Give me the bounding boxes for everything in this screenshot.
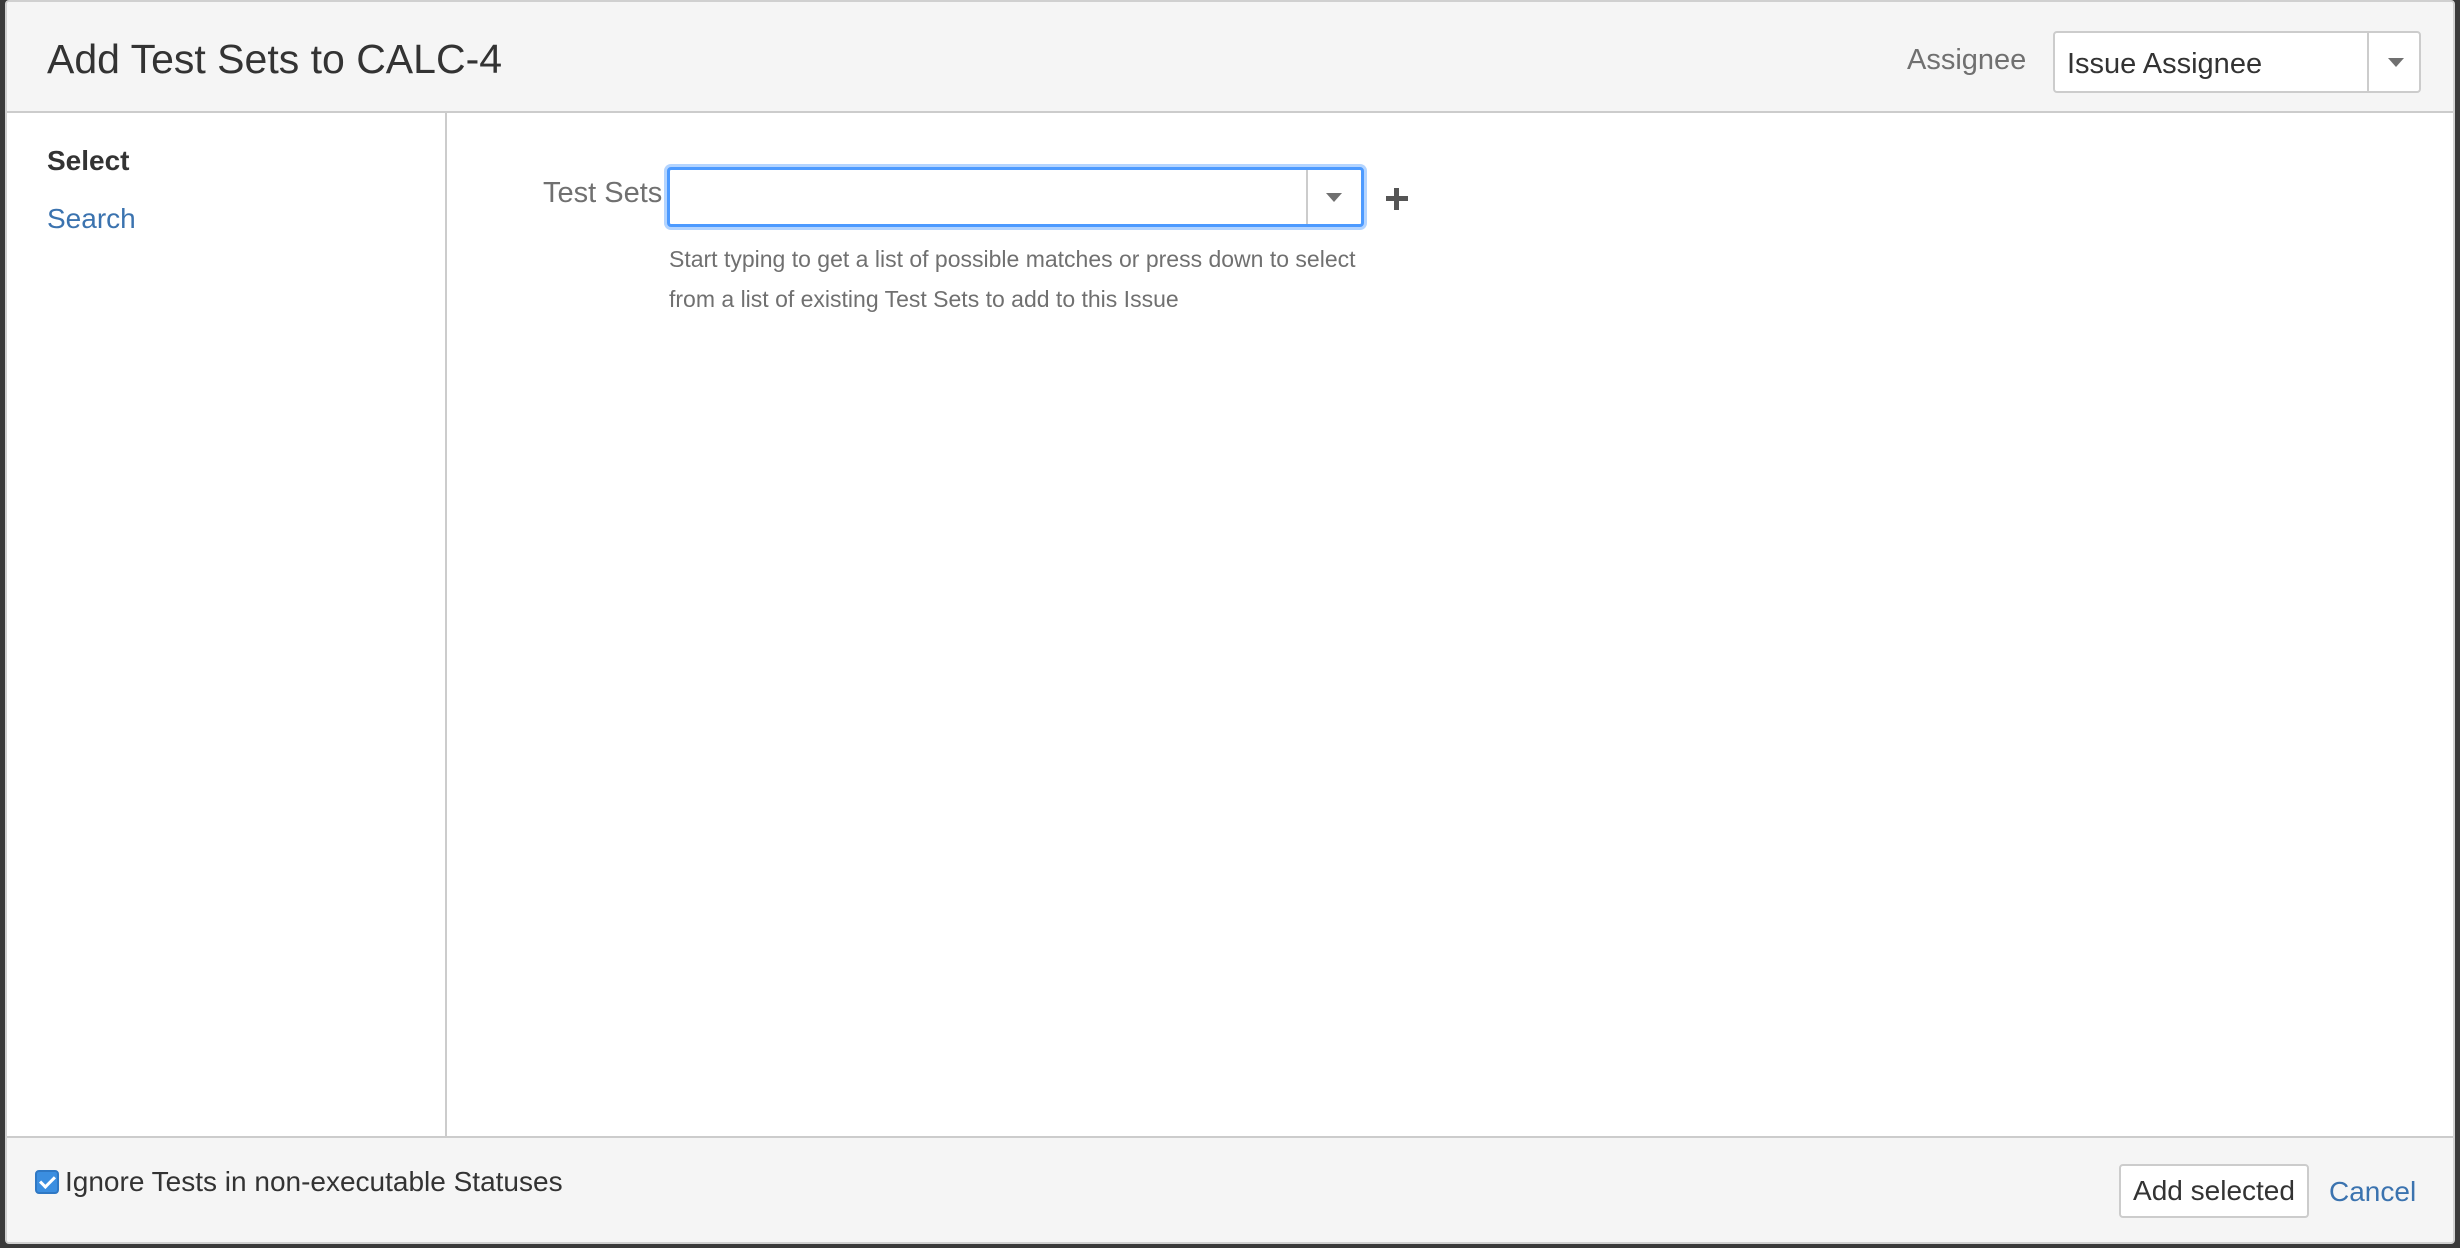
- cancel-link[interactable]: Cancel: [2329, 1176, 2416, 1208]
- assignee-label: Assignee: [1907, 44, 2027, 76]
- test-sets-help-text: Start typing to get a list of possible m…: [669, 246, 1356, 312]
- assignee-select-value: Issue Assignee: [2067, 48, 2263, 80]
- sidebar-item-search[interactable]: Search: [47, 203, 136, 235]
- test-sets-select-divider: [1306, 170, 1308, 224]
- test-sets-select[interactable]: [667, 167, 1364, 227]
- add-selected-button[interactable]: Add selected: [2119, 1164, 2309, 1218]
- test-sets-label: Test Sets: [543, 177, 663, 209]
- ignore-nonexecutable-label[interactable]: Ignore Tests in non-executable Statuses: [65, 1166, 563, 1198]
- chevron-down-icon[interactable]: [1326, 193, 1342, 202]
- ignore-nonexecutable-checkbox[interactable]: [35, 1170, 59, 1194]
- dialog-content: Test Sets Start typing to get a list of …: [449, 113, 2453, 1138]
- assignee-select[interactable]: Issue Assignee: [2053, 31, 2421, 93]
- dialog-sidebar: Select Search: [7, 113, 447, 1138]
- plus-icon[interactable]: [1386, 188, 1408, 210]
- assignee-select-divider: [2367, 33, 2369, 91]
- chevron-down-icon[interactable]: [2388, 58, 2404, 67]
- sidebar-item-select[interactable]: Select: [47, 145, 130, 177]
- dialog-title: Add Test Sets to CALC-4: [47, 36, 503, 82]
- add-test-sets-dialog: Add Test Sets to CALC-4 Assignee Issue A…: [5, 0, 2455, 1244]
- test-sets-input[interactable]: [670, 170, 1306, 224]
- dialog-header: Add Test Sets to CALC-4 Assignee Issue A…: [7, 2, 2453, 113]
- dialog-footer: Ignore Tests in non-executable Statuses …: [7, 1136, 2453, 1242]
